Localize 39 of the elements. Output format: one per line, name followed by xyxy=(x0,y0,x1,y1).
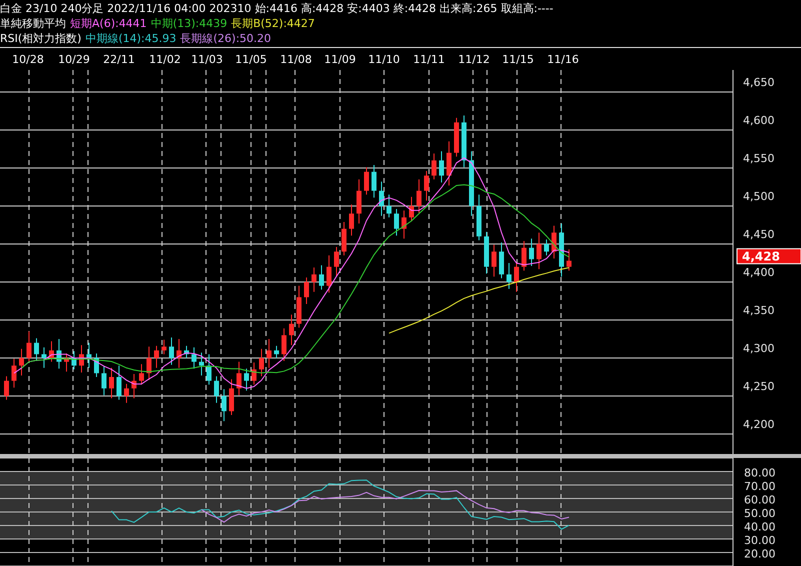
legend-item: 短期A(6):4441 xyxy=(70,16,147,31)
legend-item: 中期(13):4439 xyxy=(150,16,228,31)
date-label: 11/05 xyxy=(235,53,267,66)
legend-label: RSI(相対力指数) xyxy=(0,31,82,46)
price-axis-label: 4,400 xyxy=(743,266,774,279)
date-label: 11/02 xyxy=(149,53,181,66)
price-axis-label: 4,300 xyxy=(743,342,774,355)
current-price-tag: 4,428 xyxy=(736,248,801,264)
rsi-axis-label: 60.00 xyxy=(744,494,776,506)
legend-label: 単純移動平均 xyxy=(0,16,66,31)
price-axis-label: 4,600 xyxy=(743,114,774,127)
date-label: 11/09 xyxy=(324,53,356,66)
price-axis-label: 4,200 xyxy=(743,418,774,431)
rsi-axis-label: 70.00 xyxy=(744,480,776,493)
legend-item: 中期線(14):45.93 xyxy=(85,31,176,46)
date-label: 11/03 xyxy=(191,53,223,66)
date-label: 10/28 xyxy=(12,53,44,66)
date-label: 11/10 xyxy=(368,53,400,66)
date-label: 10/29 xyxy=(58,53,90,66)
rsi-axis-label: 50.00 xyxy=(744,507,776,520)
rsi-axis-label: 40.00 xyxy=(744,520,776,534)
rsi-axis-label: 80.00 xyxy=(744,466,776,480)
legend-item: 長期線(26):50.20 xyxy=(180,31,272,46)
date-label: 22/11 xyxy=(103,53,135,66)
date-label: 11/12 xyxy=(458,53,490,66)
quote-summary: 白金 23/10 240分足 2022/11/16 04:00 202310 始:4416 高:4428 安:4403 終:4428 出来高:265 取組高:---- xyxy=(0,1,554,16)
price-axis-label: 4,450 xyxy=(743,228,774,241)
rsi-axis-label: 20.00 xyxy=(744,548,776,560)
price-axis-label: 4,550 xyxy=(743,152,774,165)
date-label: 11/16 xyxy=(547,53,579,66)
price-axis-label: 4,650 xyxy=(743,76,774,89)
price-axis-label: 4,350 xyxy=(743,304,774,317)
price-axis-label: 4,500 xyxy=(743,190,774,203)
date-label: 11/15 xyxy=(502,53,534,66)
date-label: 11/11 xyxy=(413,53,445,66)
date-label: 11/08 xyxy=(280,53,312,66)
legend-item: 長期B(52):4427 xyxy=(231,16,315,31)
rsi-axis-label: 30.00 xyxy=(744,534,776,547)
price-axis-label: 4,250 xyxy=(743,380,774,393)
